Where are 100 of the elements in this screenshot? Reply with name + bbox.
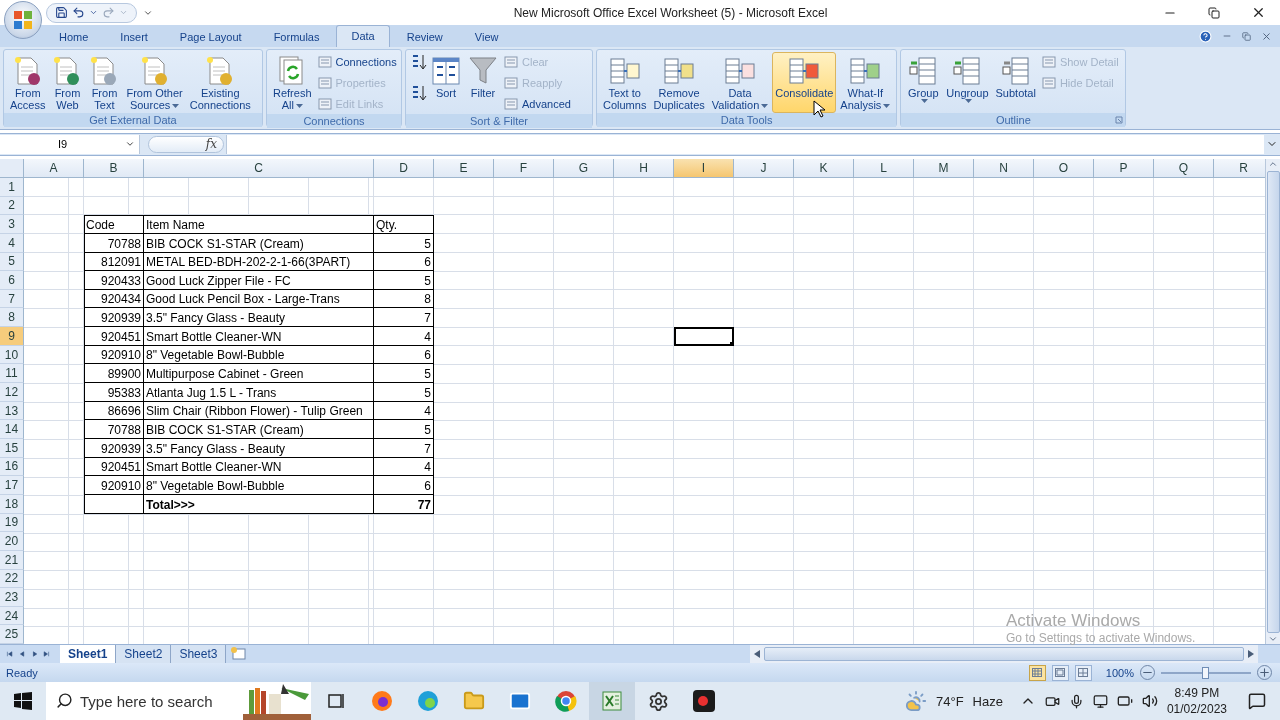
browser-icon[interactable]	[555, 690, 577, 712]
ribbon-button[interactable]: Data Validation	[708, 52, 772, 113]
column-header[interactable]: C	[144, 158, 374, 178]
column-header[interactable]: B	[84, 158, 144, 178]
ribbon-button[interactable]: Existing Connections	[186, 52, 254, 113]
ribbon-button[interactable]: Advanced	[504, 94, 571, 114]
microphone-icon[interactable]	[1068, 693, 1084, 709]
ribbon-button[interactable]: Connections	[317, 52, 397, 72]
ribbon-button[interactable]: Refresh All	[270, 52, 315, 113]
row-header[interactable]: 25	[0, 625, 24, 645]
column-header[interactable]: J	[734, 158, 794, 178]
column-header[interactable]: O	[1034, 158, 1094, 178]
sort-descending-button[interactable]	[411, 83, 427, 103]
row-header[interactable]: 3	[0, 215, 24, 234]
sheet-tab[interactable]: Sheet3	[171, 645, 227, 664]
column-header[interactable]: G	[554, 158, 614, 178]
speaker-icon[interactable]	[1141, 693, 1158, 709]
ribbon-button[interactable]: From Web	[49, 52, 86, 113]
zoom-level[interactable]: 100%	[1105, 666, 1134, 679]
ribbon-button[interactable]: Subtotal	[992, 52, 1039, 113]
notification-icon[interactable]	[1248, 692, 1266, 710]
name-box[interactable]: I9	[0, 134, 140, 154]
ribbon-button[interactable]: Filter	[465, 52, 501, 113]
slider-thumb[interactable]	[1202, 666, 1209, 679]
scroll-right-icon[interactable]	[1248, 650, 1254, 659]
temperature-text[interactable]: 74°F	[935, 693, 964, 709]
ribbon-button[interactable]: Group	[904, 52, 943, 113]
column-header[interactable]: K	[794, 158, 854, 178]
ribbon-tab[interactable]: Page Layout	[164, 26, 257, 47]
scroll-left-icon[interactable]	[754, 650, 760, 659]
column-header[interactable]: H	[614, 158, 674, 178]
column-header[interactable]: I	[674, 158, 734, 178]
display-icon[interactable]	[1092, 693, 1108, 709]
active-cell[interactable]	[674, 327, 734, 346]
ribbon-tab[interactable]: View	[459, 26, 514, 47]
ribbon-tab[interactable]: Insert	[105, 26, 163, 47]
ribbon-button[interactable]: Ungroup	[943, 52, 992, 113]
view-button[interactable]	[1051, 664, 1069, 681]
horizontal-scrollbar[interactable]	[750, 645, 1258, 664]
ribbon-button[interactable]: Sort	[428, 52, 464, 113]
task-view-icon[interactable]	[327, 693, 345, 709]
row-header[interactable]: 8	[0, 308, 24, 328]
row-header[interactable]: 6	[0, 271, 24, 290]
browser-icon[interactable]	[417, 690, 439, 712]
clock[interactable]: 8:49 PM 01/02/2023	[1166, 685, 1227, 717]
column-header[interactable]: N	[974, 158, 1034, 178]
help-icon[interactable]	[1199, 29, 1212, 43]
sheet-nav-icon[interactable]	[30, 649, 39, 660]
column-header[interactable]: P	[1094, 158, 1154, 178]
ribbon-button[interactable]: What-If Analysis	[837, 52, 894, 113]
mail-icon[interactable]	[509, 690, 531, 712]
row-header[interactable]: 17	[0, 476, 24, 495]
column-header[interactable]: R	[1214, 158, 1265, 178]
ribbon-tab[interactable]: Data	[336, 25, 390, 47]
vertical-scrollbar[interactable]	[1265, 158, 1280, 645]
ribbon-tab[interactable]: Formulas	[258, 26, 335, 47]
row-header[interactable]: 9	[0, 327, 24, 346]
column-header[interactable]: A	[24, 158, 84, 178]
launcher-icon[interactable]	[1115, 116, 1124, 124]
column-header[interactable]: Q	[1154, 158, 1214, 178]
recorder-icon[interactable]	[692, 689, 716, 713]
sheet-nav-icon[interactable]	[4, 649, 13, 660]
ribbon-button[interactable]: From Access	[7, 52, 49, 113]
column-header[interactable]: D	[374, 158, 434, 178]
restore-icon[interactable]	[1208, 6, 1220, 19]
ribbon-tab[interactable]: Home	[44, 26, 104, 47]
caret-icon	[89, 8, 98, 17]
ribbon-tab[interactable]: Review	[391, 26, 458, 47]
battery-icon[interactable]	[1116, 693, 1133, 709]
column-header[interactable]: L	[854, 158, 914, 178]
sheet-nav-icon[interactable]	[43, 649, 52, 660]
view-button[interactable]	[1028, 664, 1046, 681]
save-icon[interactable]	[55, 6, 68, 19]
sort-ascending-button[interactable]	[411, 52, 427, 72]
row-header[interactable]: 12	[0, 383, 24, 402]
ribbon-button[interactable]: From Other Sources	[123, 52, 186, 113]
undo-icon[interactable]	[72, 6, 85, 19]
column-header[interactable]: M	[914, 158, 974, 178]
view-button[interactable]	[1074, 664, 1092, 681]
formula-input[interactable]	[226, 134, 1264, 154]
ribbon-button[interactable]: Text to Columns	[600, 52, 650, 113]
column-header[interactable]: E	[434, 158, 494, 178]
settings-icon[interactable]	[647, 690, 669, 712]
ribbon-button[interactable]: Remove Duplicates	[650, 52, 708, 113]
table-cell: 4	[374, 327, 434, 346]
ribbon-button[interactable]: From Text	[86, 52, 123, 113]
row-header[interactable]: 15	[0, 439, 24, 458]
column-header[interactable]: F	[494, 158, 554, 178]
sort-icon	[431, 54, 461, 87]
spreadsheet-button[interactable]	[589, 682, 635, 720]
row-header[interactable]: 20	[0, 532, 24, 551]
insert-function-button[interactable]: fx	[148, 135, 224, 153]
row-header[interactable]: 11	[0, 364, 24, 384]
weather-condition[interactable]: Haze	[972, 693, 1003, 709]
sheet-tab[interactable]: Sheet1	[60, 645, 117, 664]
sheet-tab[interactable]: Sheet2	[116, 645, 172, 664]
sheet-nav-icon[interactable]	[17, 649, 26, 660]
row-header[interactable]: 14	[0, 420, 24, 439]
row-header[interactable]: 23	[0, 588, 24, 607]
browser-icon[interactable]	[371, 690, 393, 712]
